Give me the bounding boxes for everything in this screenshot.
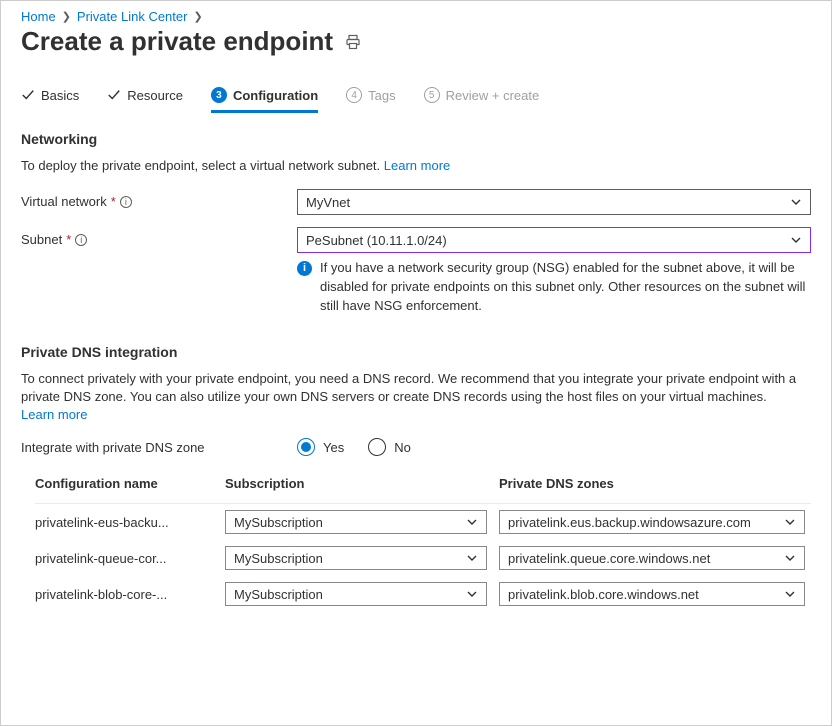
networking-heading: Networking	[21, 131, 811, 147]
dns-zone-select[interactable]: privatelink.eus.backup.windowsazure.com	[499, 510, 805, 534]
dns-table: Configuration name Subscription Private …	[21, 476, 811, 612]
dns-description: To connect privately with your private e…	[21, 370, 801, 425]
config-name: privatelink-blob-core-...	[35, 587, 225, 602]
vnet-value: MyVnet	[306, 195, 350, 210]
config-name: privatelink-queue-cor...	[35, 551, 225, 566]
tab-basics[interactable]: Basics	[21, 81, 79, 113]
breadcrumb-sep-icon: ❯	[62, 10, 71, 23]
tab-configuration[interactable]: 3 Configuration	[211, 81, 318, 113]
chevron-down-icon	[790, 234, 802, 246]
radio-label: Yes	[323, 440, 344, 455]
subscription-select[interactable]: MySubscription	[225, 582, 487, 606]
col-subscription: Subscription	[225, 476, 499, 491]
radio-checked-icon	[297, 438, 315, 456]
learn-more-link[interactable]: Learn more	[21, 407, 87, 422]
tab-label: Tags	[368, 88, 395, 103]
page-title: Create a private endpoint	[21, 26, 333, 57]
integrate-dns-no[interactable]: No	[368, 438, 411, 456]
dns-heading: Private DNS integration	[21, 344, 811, 360]
networking-description: To deploy the private endpoint, select a…	[21, 157, 541, 175]
vnet-label: Virtual network	[21, 194, 107, 209]
table-row: privatelink-blob-core-... MySubscription…	[35, 576, 811, 612]
config-name: privatelink-eus-backu...	[35, 515, 225, 530]
tab-tags[interactable]: 4 Tags	[346, 81, 395, 113]
tab-label: Configuration	[233, 88, 318, 103]
print-icon[interactable]	[345, 34, 361, 50]
info-icon[interactable]: i	[75, 234, 87, 246]
tabs: Basics Resource 3 Configuration 4 Tags 5…	[21, 81, 811, 113]
table-row: privatelink-queue-cor... MySubscription …	[35, 540, 811, 576]
subnet-value: PeSubnet (10.11.1.0/24)	[306, 233, 447, 248]
step-number: 3	[211, 87, 227, 103]
step-number: 4	[346, 87, 362, 103]
col-dns-zones: Private DNS zones	[499, 476, 811, 491]
chevron-down-icon	[784, 588, 796, 600]
info-icon[interactable]: i	[120, 196, 132, 208]
step-number: 5	[424, 87, 440, 103]
table-row: privatelink-eus-backu... MySubscription …	[35, 504, 811, 540]
tab-label: Basics	[41, 88, 79, 103]
subnet-select[interactable]: PeSubnet (10.11.1.0/24)	[297, 227, 811, 253]
learn-more-link[interactable]: Learn more	[384, 158, 450, 173]
subscription-select[interactable]: MySubscription	[225, 510, 487, 534]
tab-review-create[interactable]: 5 Review + create	[424, 81, 540, 113]
chevron-down-icon	[466, 516, 478, 528]
radio-label: No	[394, 440, 411, 455]
integrate-dns-yes[interactable]: Yes	[297, 438, 344, 456]
subnet-label: Subnet	[21, 232, 62, 247]
dns-zone-select[interactable]: privatelink.blob.core.windows.net	[499, 582, 805, 606]
breadcrumb-sep-icon: ❯	[193, 10, 202, 23]
chevron-down-icon	[466, 588, 478, 600]
tab-label: Review + create	[446, 88, 540, 103]
breadcrumb-private-link-center[interactable]: Private Link Center	[77, 9, 188, 24]
radio-unchecked-icon	[368, 438, 386, 456]
chevron-down-icon	[784, 552, 796, 564]
required-asterisk: *	[66, 232, 71, 247]
required-asterisk: *	[111, 194, 116, 209]
breadcrumb: Home ❯ Private Link Center ❯	[21, 9, 811, 24]
dns-zone-select[interactable]: privatelink.queue.core.windows.net	[499, 546, 805, 570]
chevron-down-icon	[790, 196, 802, 208]
chevron-down-icon	[466, 552, 478, 564]
subnet-callout: If you have a network security group (NS…	[320, 259, 811, 316]
col-config-name: Configuration name	[35, 476, 225, 491]
check-icon	[21, 88, 35, 102]
tab-label: Resource	[127, 88, 183, 103]
check-icon	[107, 88, 121, 102]
breadcrumb-home[interactable]: Home	[21, 9, 56, 24]
info-icon: i	[297, 261, 312, 276]
vnet-select[interactable]: MyVnet	[297, 189, 811, 215]
chevron-down-icon	[784, 516, 796, 528]
integrate-dns-label: Integrate with private DNS zone	[21, 440, 205, 455]
subscription-select[interactable]: MySubscription	[225, 546, 487, 570]
tab-resource[interactable]: Resource	[107, 81, 183, 113]
